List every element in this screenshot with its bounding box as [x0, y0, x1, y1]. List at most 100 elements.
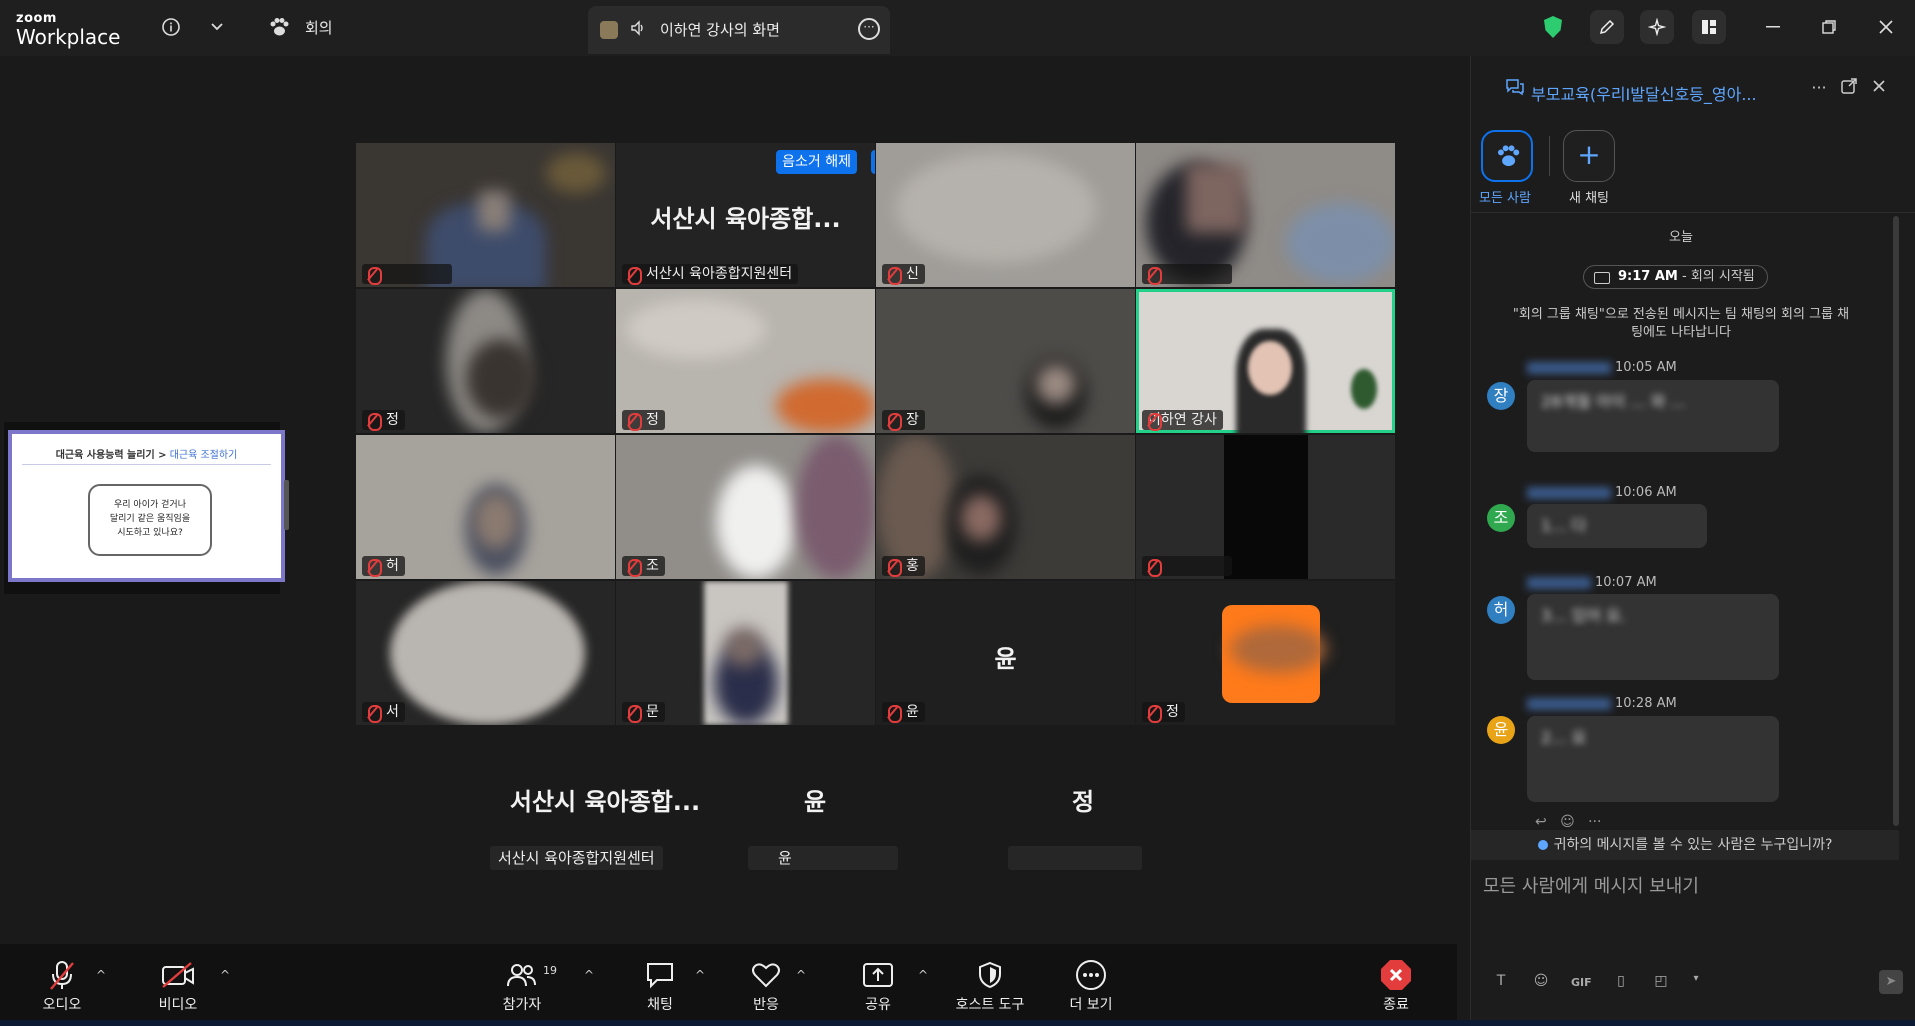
message-reactions-bar[interactable]: ↩ ☺ ···: [1535, 814, 1601, 830]
panel-splitter-handle[interactable]: [284, 480, 289, 530]
close-window-icon[interactable]: [1871, 12, 1901, 42]
sender-avatar[interactable]: 조: [1487, 504, 1515, 532]
video-button[interactable]: 비디오: [130, 944, 226, 1026]
video-options-caret[interactable]: ^: [220, 968, 230, 982]
chat-button[interactable]: 채팅: [612, 944, 708, 1026]
video-tile[interactable]: 정: [616, 289, 875, 433]
share-more-icon[interactable]: ···: [858, 18, 880, 40]
host-shield-icon: [942, 958, 1038, 992]
annotate-pen-icon[interactable]: [1590, 10, 1624, 44]
taskbar-strip: [0, 1020, 1915, 1026]
end-x-icon: [1348, 958, 1444, 992]
file-icon[interactable]: ▯: [1611, 973, 1631, 993]
screenshot-icon[interactable]: ◰: [1651, 973, 1671, 993]
video-blur: [796, 435, 875, 579]
minimize-icon[interactable]: [1758, 12, 1788, 42]
video-tile[interactable]: [1136, 143, 1395, 287]
video-tile[interactable]: 신: [876, 143, 1135, 287]
text-format-icon[interactable]: T: [1491, 973, 1511, 993]
reply-icon[interactable]: ↩: [1535, 814, 1547, 830]
gif-icon[interactable]: GIF: [1571, 973, 1592, 993]
reactions-button[interactable]: 반응: [718, 944, 814, 1026]
video-tile[interactable]: 문: [616, 581, 875, 725]
security-shield-icon[interactable]: [1544, 16, 1562, 38]
chat-title[interactable]: 부모교육(우리I발달신호등_영아...: [1531, 81, 1757, 105]
sender-name-blur: [1527, 576, 1591, 589]
more-actions-icon[interactable]: ···: [1588, 814, 1601, 830]
participants-button[interactable]: 참가자: [474, 944, 570, 1026]
share-button[interactable]: 공유: [830, 944, 926, 1026]
shared-screen-thumbnail[interactable]: 대근육 사용능력 늘리기 > 대근육 조절하기 우리 아이가 걷거나 달리기 같…: [4, 422, 285, 594]
unmute-button[interactable]: 음소거 해제: [776, 150, 857, 174]
view-layout-icon[interactable]: [1692, 10, 1726, 44]
participant-name: 신: [882, 264, 925, 285]
sender-avatar[interactable]: 허: [1487, 596, 1515, 624]
emoji-react-icon[interactable]: ☺: [1560, 814, 1575, 830]
sender-avatar[interactable]: 윤: [1487, 716, 1515, 744]
sender-avatar[interactable]: 장: [1487, 382, 1515, 410]
participant-display-name: 윤: [804, 788, 827, 816]
close-chat-icon[interactable]: [1867, 78, 1891, 102]
chat-options-caret[interactable]: ^: [695, 968, 705, 982]
message-text: 1... 다: [1541, 516, 1587, 535]
chat-label: 채팅: [647, 997, 673, 1013]
participant-tile[interactable]: 서산시 육아종합... 서산시 육아종합지원센터: [490, 774, 720, 884]
video-tile[interactable]: 서산시 육아종합... 음소거 해제 ··· 서산시 육아종합지원센터: [616, 143, 875, 287]
message-time: 10:28 AM: [1615, 696, 1677, 711]
video-tile[interactable]: [356, 143, 615, 287]
everyone-chat-button[interactable]: [1481, 130, 1533, 182]
paw-icon[interactable]: [266, 14, 292, 40]
video-tile[interactable]: 윤 윤: [876, 581, 1135, 725]
chat-message[interactable]: 3... 있어 요.: [1527, 594, 1779, 680]
face-blur: [478, 191, 510, 231]
send-icon[interactable]: ➤: [1879, 970, 1903, 994]
chat-scrollbar[interactable]: [1893, 216, 1899, 826]
visibility-notice[interactable]: 귀하의 메시지를 볼 수 있는 사람은 누구입니까?: [1471, 830, 1899, 860]
video-tile[interactable]: 홍: [876, 435, 1135, 579]
chat-message[interactable]: 28개월 아이 ... 와 ...: [1527, 380, 1779, 452]
chevron-down-icon[interactable]: ▾: [1691, 973, 1701, 993]
audio-options-caret[interactable]: ^: [96, 968, 106, 982]
speaker-icon[interactable]: [630, 20, 646, 40]
message-composer[interactable]: 모든 사람에게 메시지 보내기: [1471, 860, 1915, 1026]
video-tile[interactable]: 장: [876, 289, 1135, 433]
face-blur: [466, 339, 536, 419]
host-tools-button[interactable]: 호스트 도구: [942, 944, 1038, 1026]
compose-placeholder[interactable]: 모든 사람에게 메시지 보내기: [1483, 872, 1699, 898]
chevron-down-icon[interactable]: [204, 14, 230, 40]
meeting-toolbar: 오디오 ^ 비디오 ^ 참가자 19 ^ 채팅 ^ 반응 ^ 공유 ^ 호스트 …: [0, 944, 1457, 1026]
chat-more-icon[interactable]: ···: [1807, 78, 1831, 102]
participant-tile[interactable]: 정: [1008, 774, 1238, 884]
logo-workplace-text: Workplace: [16, 25, 121, 49]
avatar-blur: [1230, 625, 1326, 673]
video-tile[interactable]: 허: [356, 435, 615, 579]
plant-blur: [1351, 369, 1377, 409]
reactions-options-caret[interactable]: ^: [796, 968, 806, 982]
audio-button[interactable]: 오디오: [14, 944, 110, 1026]
new-chat-button[interactable]: +: [1563, 130, 1615, 182]
chat-message[interactable]: 2... 요: [1527, 716, 1779, 802]
chat-message[interactable]: 1... 다: [1527, 504, 1707, 548]
info-icon[interactable]: [158, 14, 184, 40]
video-tile[interactable]: 조: [616, 435, 875, 579]
meeting-start-time: 9:17 AM: [1618, 269, 1678, 284]
video-tile[interactable]: 정: [356, 289, 615, 433]
meeting-menu-label[interactable]: 회의: [305, 17, 333, 38]
more-button[interactable]: 더 보기: [1043, 944, 1139, 1026]
emoji-icon[interactable]: ☺: [1531, 973, 1551, 993]
tile-more-icon[interactable]: ···: [871, 150, 875, 174]
end-meeting-button[interactable]: 종료: [1348, 944, 1444, 1026]
ai-companion-icon[interactable]: [1640, 10, 1674, 44]
restore-icon[interactable]: [1814, 12, 1844, 42]
video-tile[interactable]: 서: [356, 581, 615, 725]
sender-name-blur: [1527, 697, 1611, 710]
video-tile[interactable]: 정: [1136, 581, 1395, 725]
share-options-caret[interactable]: ^: [918, 968, 928, 982]
screen-share-tab[interactable]: 이하연 강사의 화면 ···: [588, 6, 890, 54]
popout-icon[interactable]: [1837, 78, 1861, 102]
participants-options-caret[interactable]: ^: [584, 968, 594, 982]
slide-header: 대근육 사용능력 늘리기 > 대근육 조절하기: [12, 446, 281, 461]
video-tile-active-speaker[interactable]: 이하연 강사: [1136, 289, 1395, 433]
video-tile[interactable]: [1136, 435, 1395, 579]
participant-tile[interactable]: 윤 윤: [748, 774, 978, 884]
